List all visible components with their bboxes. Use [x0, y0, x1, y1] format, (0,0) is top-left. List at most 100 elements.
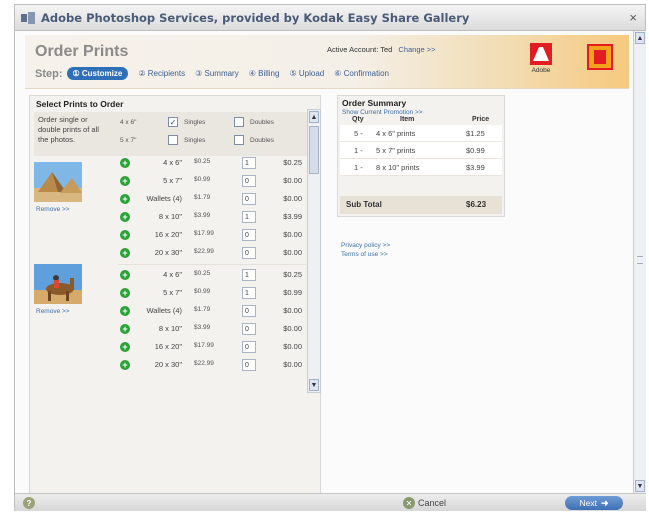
- window-scrollbar[interactable]: ▲ ▼: [633, 31, 646, 493]
- app-window: Order Prints Step: ① Customize ② Recipie…: [14, 30, 646, 511]
- scroll-down-icon[interactable]: ▼: [635, 480, 645, 492]
- print-size: 16 x 20": [154, 342, 182, 351]
- print-quantity-input[interactable]: [242, 341, 256, 353]
- adobe-logo-text: Adobe: [531, 67, 551, 74]
- print-quantity-input[interactable]: [242, 157, 256, 169]
- prints-scrollbar[interactable]: ▲ ▼: [307, 109, 321, 393]
- print-line-total: $0.00: [283, 248, 302, 257]
- step-confirmation[interactable]: ⑥ Confirmation: [334, 69, 389, 78]
- doubles-4x6-checkbox[interactable]: [234, 117, 244, 127]
- print-quantity-input[interactable]: [242, 269, 256, 281]
- help-icon[interactable]: ?: [23, 497, 35, 509]
- print-line-total: $0.00: [283, 194, 302, 203]
- cancel-label: Cancel: [418, 498, 447, 508]
- print-line-total: $0.99: [283, 288, 302, 297]
- add-print-icon[interactable]: +: [120, 270, 130, 280]
- print-row: + 16 x 20" $17.99 $0.00: [118, 228, 306, 244]
- policy-links: Privacy policy >> Terms of use >>: [341, 241, 390, 259]
- option-size-5x7: 5 x 7": [120, 137, 137, 144]
- step-billing[interactable]: ④ Billing: [249, 69, 280, 78]
- print-quantity-input[interactable]: [242, 323, 256, 335]
- print-quantity-input[interactable]: [242, 287, 256, 299]
- scrollbar-grip-icon[interactable]: [637, 256, 643, 264]
- adobe-logo: Adobe: [529, 43, 553, 75]
- change-account-link[interactable]: Change >>: [398, 45, 435, 54]
- doubles-5x7-checkbox[interactable]: [234, 135, 244, 145]
- print-quantity-input[interactable]: [242, 211, 256, 223]
- print-line-total: $0.00: [283, 342, 302, 351]
- summary-item: 4 x 6" prints: [376, 129, 416, 138]
- print-unit-price: $22.99: [194, 248, 214, 255]
- summary-price: $3.99: [466, 163, 485, 172]
- print-unit-price: $0.99: [194, 288, 211, 295]
- page-title: Order Prints: [35, 43, 129, 60]
- close-icon[interactable]: ×: [629, 10, 637, 25]
- add-print-icon[interactable]: +: [120, 194, 130, 204]
- summary-items: 5 - 4 x 6" prints $1.25 1 - 5 x 7" print…: [340, 125, 502, 176]
- print-quantity-input[interactable]: [242, 193, 256, 205]
- singles-4x6-checkbox[interactable]: ✓: [168, 117, 178, 127]
- add-print-icon[interactable]: +: [120, 158, 130, 168]
- remove-photo-camel-link[interactable]: Remove >>: [36, 308, 70, 315]
- print-size: 20 x 30": [154, 248, 182, 257]
- kodak-logo: [587, 44, 613, 70]
- print-unit-price: $0.25: [194, 270, 211, 277]
- print-row: + 4 x 6" $0.25 $0.25: [118, 268, 306, 284]
- step-upload[interactable]: ⑤ Upload: [289, 69, 324, 78]
- add-print-icon[interactable]: +: [120, 230, 130, 240]
- scroll-up-icon[interactable]: ▲: [309, 111, 319, 123]
- print-quantity-input[interactable]: [242, 175, 256, 187]
- scrollbar-thumb[interactable]: [309, 126, 319, 174]
- step-recipients[interactable]: ② Recipients: [138, 69, 185, 78]
- summary-qty: 1 -: [354, 163, 363, 172]
- singles-5x7-checkbox[interactable]: [168, 135, 178, 145]
- active-account: Active Account: Ted Change >>: [327, 45, 436, 54]
- print-line-total: $0.25: [283, 158, 302, 167]
- add-print-icon[interactable]: +: [120, 248, 130, 258]
- subtotal-row: Sub Total $6.23: [340, 196, 502, 214]
- terms-of-use-link[interactable]: Terms of use >>: [341, 250, 390, 259]
- print-options-description: Order single or double prints of all the…: [38, 115, 99, 144]
- print-unit-price: $17.99: [194, 342, 214, 349]
- add-print-icon[interactable]: +: [120, 324, 130, 334]
- print-unit-price: $1.79: [194, 194, 211, 201]
- print-row: + 8 x 10" $3.99 $0.00: [118, 322, 306, 338]
- window-title: Adobe Photoshop Services, provided by Ko…: [41, 10, 470, 25]
- next-button[interactable]: Next ➜: [565, 496, 623, 510]
- scroll-up-icon[interactable]: ▲: [635, 32, 645, 44]
- print-size: 4 x 6": [163, 158, 182, 167]
- window-titlebar: Adobe Photoshop Services, provided by Ko…: [14, 4, 646, 30]
- print-quantity-input[interactable]: [242, 359, 256, 371]
- privacy-policy-link[interactable]: Privacy policy >>: [341, 241, 390, 250]
- header: Order Prints Step: ① Customize ② Recipie…: [25, 35, 629, 89]
- subtotal-label: Sub Total: [346, 200, 382, 209]
- add-print-icon[interactable]: +: [120, 176, 130, 186]
- step-navigation: Step: ① Customize ② Recipients ③ Summary…: [35, 67, 399, 80]
- print-options: Order single or double prints of all the…: [34, 112, 313, 156]
- footer-bar: ? ✕ Cancel Next ➜: [15, 493, 646, 511]
- cancel-button[interactable]: ✕ Cancel: [403, 497, 446, 509]
- step-customize[interactable]: ① Customize: [66, 67, 129, 80]
- add-print-icon[interactable]: +: [120, 306, 130, 316]
- option-size-4x6: 4 x 6": [120, 119, 137, 126]
- remove-photo-pyramids-link[interactable]: Remove >>: [36, 206, 70, 213]
- print-unit-price: $0.25: [194, 158, 211, 165]
- add-print-icon[interactable]: +: [120, 342, 130, 352]
- step-summary[interactable]: ③ Summary: [195, 69, 239, 78]
- print-quantity-input[interactable]: [242, 247, 256, 259]
- kodak-logo-mark: [594, 50, 606, 64]
- account-label: Active Account: Ted: [327, 45, 393, 54]
- print-unit-price: $22.99: [194, 360, 214, 367]
- show-promotion-link[interactable]: Show Current Promotion >>: [342, 109, 423, 116]
- summary-price: $1.25: [466, 129, 485, 138]
- add-print-icon[interactable]: +: [120, 212, 130, 222]
- scroll-down-icon[interactable]: ▼: [309, 379, 319, 391]
- print-size: 8 x 10": [158, 324, 182, 333]
- print-size: 20 x 30": [154, 360, 182, 369]
- print-row: + 5 x 7" $0.99 $0.99: [118, 286, 306, 302]
- add-print-icon[interactable]: +: [120, 288, 130, 298]
- print-quantity-input[interactable]: [242, 229, 256, 241]
- print-quantity-input[interactable]: [242, 305, 256, 317]
- print-unit-price: $3.99: [194, 324, 211, 331]
- add-print-icon[interactable]: +: [120, 360, 130, 370]
